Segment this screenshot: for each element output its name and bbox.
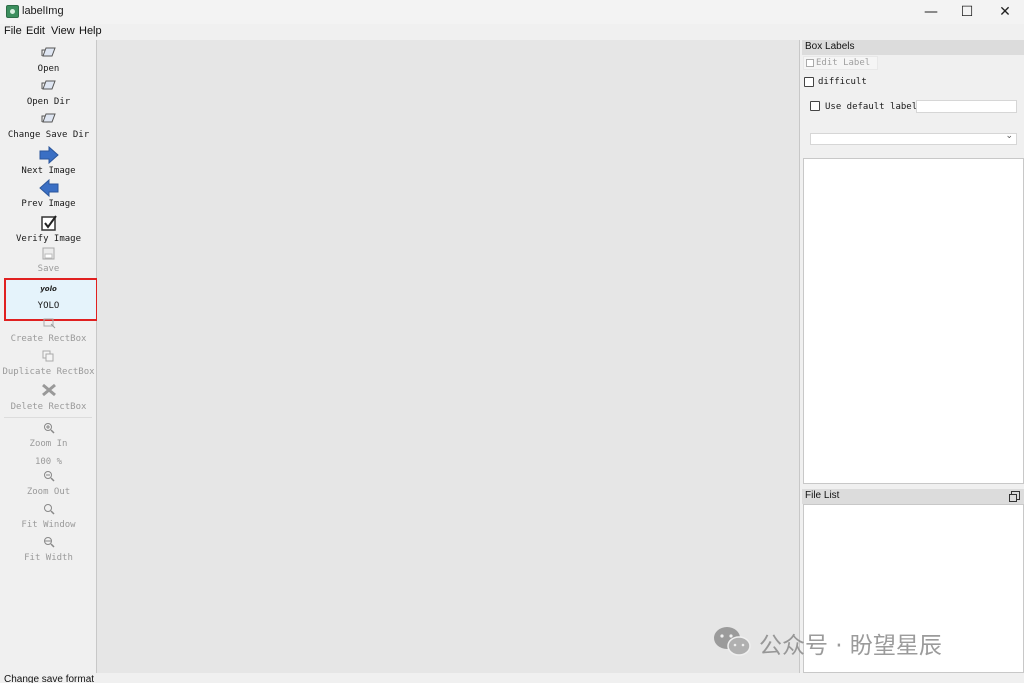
default-label-input[interactable] [916,100,1017,113]
image-canvas[interactable] [97,40,800,673]
use-default-label-checkbox[interactable] [810,101,820,111]
fit-window-label: Fit Window [21,520,76,530]
label-combo-box[interactable]: ⌄ [810,131,1017,145]
prev-image-button[interactable]: Prev Image [0,179,97,209]
zoom-in-icon [43,423,55,434]
zoom-in-label: Zoom In [29,439,68,449]
menu-bar: File Edit View Help [0,24,1024,39]
float-dock-icon[interactable] [1009,491,1020,502]
status-bar: Change save format [0,673,1024,683]
zoom-out-label: Zoom Out [26,487,71,497]
difficult-checkbox[interactable] [804,77,814,87]
duplicate-rectbox-label: Duplicate RectBox [2,367,95,377]
copy-icon [42,350,53,362]
folder-icon [41,113,56,123]
create-rectbox-button[interactable]: Create RectBox [0,317,97,344]
zoom-out-button[interactable]: Zoom Out [0,470,97,497]
fit-window-button[interactable]: Fit Window [0,503,97,530]
watermark-text: 公众号 · 盼望星辰 [759,633,942,659]
verify-image-button[interactable]: Verify Image [0,214,97,244]
box-labels-title: Box Labels [805,41,855,52]
checkbox-check-icon [40,215,57,231]
chevron-down-icon: ⌄ [1005,131,1013,141]
arrow-right-icon [39,146,59,164]
next-image-label: Next Image [21,166,76,176]
open-button[interactable]: Open [0,45,97,74]
fit-width-icon [43,537,55,548]
folder-icon [41,47,56,57]
arrow-left-icon [38,179,58,197]
menu-help[interactable]: Help [79,25,102,37]
folder-icon [41,80,56,90]
yolo-format-icon: yolo [40,285,57,293]
watermark: 公众号 · 盼望星辰 [712,624,1002,659]
difficult-label: difficult [818,77,867,87]
delete-icon [41,383,56,397]
zoom-out-icon [43,471,55,482]
verify-image-label: Verify Image [15,234,82,244]
next-image-button[interactable]: Next Image [0,146,97,176]
status-text: Change save format [4,674,95,683]
change-save-dir-label: Change Save Dir [7,130,90,140]
fit-width-label: Fit Width [24,553,73,563]
format-label: YOLO [37,301,60,311]
edit-label-text: Edit Label [816,58,871,68]
create-box-icon [43,318,55,329]
minimize-button[interactable]: — [912,0,950,24]
create-rectbox-label: Create RectBox [10,334,87,344]
title-bar: labelImg — ☐ ✕ [0,0,1024,24]
window-title: labelImg [22,5,64,17]
menu-view[interactable]: View [51,25,75,37]
duplicate-rectbox-button[interactable]: Duplicate RectBox [0,350,97,377]
file-list-header: File List [802,489,1024,504]
fit-window-icon [43,504,55,515]
delete-rectbox-button[interactable]: Delete RectBox [0,383,97,412]
file-list-title: File List [805,490,840,501]
toolbar-separator [4,417,92,418]
maximize-button[interactable]: ☐ [948,0,986,24]
open-dir-button[interactable]: Open Dir [0,78,97,107]
edit-label-button[interactable]: Edit Label [803,56,878,70]
open-dir-label: Open Dir [26,97,71,107]
close-button[interactable]: ✕ [986,0,1024,24]
zoom-level[interactable]: 100 % [0,457,97,467]
toolbar: Open Open Dir Change Save Dir Next Image… [0,40,98,673]
box-labels-header: Box Labels [802,40,1024,55]
fit-width-button[interactable]: Fit Width [0,536,97,563]
prev-image-label: Prev Image [21,199,76,209]
edit-icon [806,59,814,67]
save-label: Save [37,264,60,274]
change-save-dir-button[interactable]: Change Save Dir [0,111,97,140]
zoom-in-button[interactable]: Zoom In [0,422,97,449]
save-icon [42,247,54,260]
app-icon [6,5,19,18]
save-button[interactable]: Save [0,247,97,274]
menu-file[interactable]: File [4,25,22,37]
open-label: Open [37,64,60,74]
delete-rectbox-label: Delete RectBox [10,402,87,412]
wechat-icon [714,627,751,656]
label-list[interactable] [803,158,1024,484]
menu-edit[interactable]: Edit [26,25,45,37]
use-default-label-label: Use default label [825,102,918,112]
